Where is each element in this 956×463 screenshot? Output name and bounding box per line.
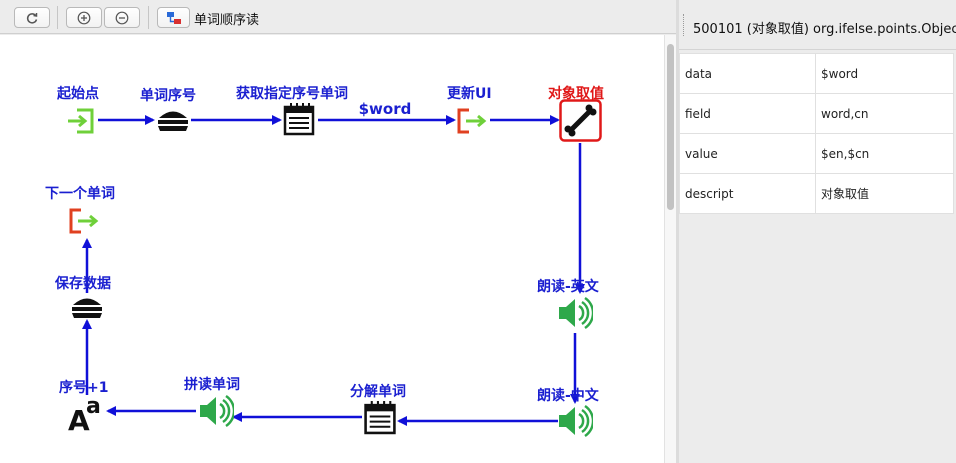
node-label-read-en: 朗读-英文	[537, 279, 599, 295]
property-panel: 500101 (对象取值) org.ifelse.points.ObjectVa…	[679, 0, 956, 463]
node-word-index[interactable]	[156, 108, 190, 138]
node-index-inc[interactable]: A a	[67, 393, 107, 437]
node-object-value[interactable]	[559, 99, 602, 146]
refresh-button[interactable]	[14, 7, 50, 28]
property-row[interactable]: descript 对象取值	[679, 173, 954, 214]
panel-header: 500101 (对象取值) org.ifelse.points.ObjectVa…	[679, 0, 956, 50]
node-next-word[interactable]	[69, 207, 99, 239]
node-get-word[interactable]	[283, 102, 315, 140]
edge-label-word: $word	[359, 100, 412, 118]
calendar-icon	[364, 401, 396, 435]
speaker-icon	[200, 394, 236, 428]
toolbar: 单词顺序读	[0, 0, 676, 34]
node-label-get-word: 获取指定序号单词	[236, 86, 348, 102]
drag-handle[interactable]	[683, 14, 686, 36]
burger-icon	[158, 111, 188, 131]
flow-button[interactable]	[157, 7, 190, 28]
node-label-next-word: 下一个单词	[45, 186, 115, 202]
scrollbar-thumb[interactable]	[667, 44, 674, 210]
burger-icon	[72, 298, 102, 318]
refresh-icon	[26, 12, 38, 24]
bone-icon	[559, 99, 602, 142]
property-row[interactable]: data $word	[679, 53, 954, 94]
zoom-out-icon	[115, 11, 129, 24]
zoom-out-button[interactable]	[104, 7, 140, 28]
flow-name: 单词顺序读	[194, 13, 260, 28]
node-label-update-ui: 更新UI	[447, 86, 492, 102]
property-row[interactable]: field word,cn	[679, 93, 954, 134]
panel-title: 500101 (对象取值) org.ifelse.points.ObjectVa…	[693, 22, 956, 37]
node-read-en[interactable]	[557, 296, 595, 334]
zoom-in-icon	[77, 11, 91, 24]
speaker-icon	[559, 296, 595, 330]
speaker-icon	[559, 404, 595, 438]
property-value[interactable]: $word	[815, 53, 954, 94]
property-key: descript	[679, 173, 816, 214]
app-window: 单词顺序读 $word 起始点 单词序号 获取指定序号单词 更新UI 对象取值 …	[0, 0, 956, 463]
node-label-start: 起始点	[57, 86, 99, 102]
property-key: field	[679, 93, 816, 134]
property-key: data	[679, 53, 816, 94]
property-value[interactable]: word,cn	[815, 93, 954, 134]
node-label-read-cn: 朗读-中文	[537, 388, 599, 404]
calendar-icon	[283, 103, 315, 136]
flow-icon	[166, 11, 181, 24]
node-spell-word[interactable]	[198, 394, 236, 432]
property-key: value	[679, 133, 816, 174]
enter-icon	[69, 208, 99, 234]
toolbar-separator	[57, 6, 58, 29]
toolbar-separator	[148, 6, 149, 29]
node-read-cn[interactable]	[557, 404, 595, 442]
zoom-in-button[interactable]	[66, 7, 102, 28]
canvas-scrollbar[interactable]	[664, 35, 676, 463]
node-label-save-data: 保存数据	[55, 276, 111, 292]
enter-icon	[68, 108, 94, 134]
node-label-word-index: 单词序号	[140, 88, 196, 104]
font-size-icon: A a	[68, 394, 101, 437]
property-table: data $word field word,cn value $en,$cn descrip…	[679, 53, 954, 214]
property-row[interactable]: value $en,$cn	[679, 133, 954, 174]
node-split-word[interactable]	[363, 400, 397, 439]
svg-text:a: a	[86, 394, 101, 419]
node-save-data[interactable]	[70, 295, 104, 325]
flow-canvas[interactable]: $word 起始点 单词序号 获取指定序号单词 更新UI 对象取值 朗读-英文 …	[0, 35, 664, 463]
node-update-ui[interactable]	[457, 108, 487, 138]
property-value[interactable]: 对象取值	[815, 173, 954, 214]
node-label-spell-word: 拼读单词	[184, 377, 240, 393]
property-value[interactable]: $en,$cn	[815, 133, 954, 174]
node-start[interactable]	[66, 108, 96, 138]
enter-icon	[457, 108, 487, 134]
node-label-split-word: 分解单词	[350, 384, 406, 400]
